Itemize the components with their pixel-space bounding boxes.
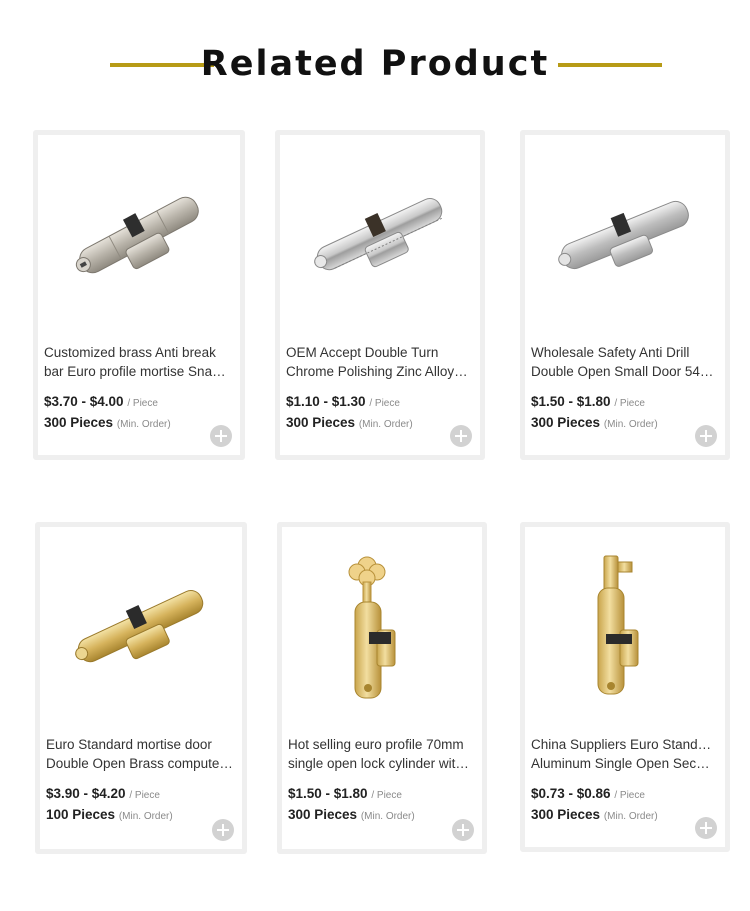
product-card[interactable]: Customized brass Anti break bar Euro pro…: [33, 130, 245, 460]
product-image[interactable]: [282, 527, 482, 727]
product-image[interactable]: [38, 135, 240, 335]
moq-unit: (Min. Order): [116, 419, 171, 430]
price-value: $1.50 - $1.80: [288, 786, 368, 801]
lock-cylinder-image: [558, 200, 689, 270]
product-title[interactable]: Customized brass Anti break bar Euro pro…: [44, 343, 232, 381]
header-rule-right: [558, 63, 662, 67]
add-plus-icon[interactable]: [212, 819, 234, 841]
min-order: 300 Pieces (Min. Order): [531, 415, 658, 430]
product-card[interactable]: OEM Accept Double Turn Chrome Polishing …: [275, 130, 485, 460]
price-unit: / Piece: [614, 790, 645, 801]
price-range: $3.70 - $4.00 / Piece: [44, 394, 158, 409]
lock-cylinder-image: [75, 590, 204, 663]
product-title-line[interactable]: single open lock cylinder with…: [288, 754, 474, 773]
product-card[interactable]: Hot selling euro profile 70mm single ope…: [277, 522, 487, 854]
price-value: $1.10 - $1.30: [286, 394, 366, 409]
min-order: 300 Pieces (Min. Order): [286, 415, 413, 430]
section-header: Related Product: [0, 40, 750, 90]
moq-unit: (Min. Order): [603, 811, 658, 822]
product-title[interactable]: OEM Accept Double Turn Chrome Polishing …: [286, 343, 472, 381]
product-title-line[interactable]: Hot selling euro profile 70mm: [288, 735, 474, 754]
moq-value: 300 Pieces: [288, 807, 358, 822]
product-image[interactable]: [525, 527, 725, 727]
product-title-line[interactable]: Double Open Small Door 54m…: [531, 362, 717, 381]
price-unit: / Piece: [371, 790, 402, 801]
product-image[interactable]: [40, 527, 242, 727]
price-range: $1.50 - $1.80 / Piece: [288, 786, 402, 801]
add-plus-icon[interactable]: [452, 819, 474, 841]
add-plus-icon[interactable]: [450, 425, 472, 447]
price-range: $0.73 - $0.86 / Piece: [531, 786, 645, 801]
product-card[interactable]: Wholesale Safety Anti Drill Double Open …: [520, 130, 730, 460]
product-title-line[interactable]: China Suppliers Euro Standard: [531, 735, 717, 754]
product-title[interactable]: China Suppliers Euro Standard Aluminum S…: [531, 735, 717, 773]
product-title-line[interactable]: Euro Standard mortise door: [46, 735, 234, 754]
lock-cylinder-with-knob-image: [348, 556, 396, 699]
min-order: 100 Pieces (Min. Order): [46, 807, 173, 822]
product-image[interactable]: [525, 135, 725, 335]
lock-cylinder-with-thumbturn-image: [597, 555, 639, 695]
price-value: $3.70 - $4.00: [44, 394, 124, 409]
moq-unit: (Min. Order): [358, 419, 413, 430]
moq-unit: (Min. Order): [118, 811, 173, 822]
moq-value: 300 Pieces: [531, 807, 601, 822]
price-unit: / Piece: [614, 398, 645, 409]
product-image[interactable]: [280, 135, 480, 335]
moq-value: 300 Pieces: [531, 415, 601, 430]
product-card[interactable]: Euro Standard mortise door Double Open B…: [35, 522, 247, 854]
add-plus-icon[interactable]: [210, 425, 232, 447]
lock-cylinder-image: [314, 198, 444, 271]
price-value: $0.73 - $0.86: [531, 786, 611, 801]
price-unit: / Piece: [129, 790, 160, 801]
min-order: 300 Pieces (Min. Order): [531, 807, 658, 822]
price-range: $1.10 - $1.30 / Piece: [286, 394, 400, 409]
product-title-line[interactable]: Wholesale Safety Anti Drill: [531, 343, 717, 362]
moq-value: 100 Pieces: [46, 807, 116, 822]
price-value: $1.50 - $1.80: [531, 394, 611, 409]
price-range: $1.50 - $1.80 / Piece: [531, 394, 645, 409]
product-title[interactable]: Hot selling euro profile 70mm single ope…: [288, 735, 474, 773]
product-title-line[interactable]: Customized brass Anti break: [44, 343, 232, 362]
moq-unit: (Min. Order): [360, 811, 415, 822]
product-title-line[interactable]: Double Open Brass computer…: [46, 754, 234, 773]
price-unit: / Piece: [127, 398, 158, 409]
product-title[interactable]: Wholesale Safety Anti Drill Double Open …: [531, 343, 717, 381]
moq-value: 300 Pieces: [44, 415, 114, 430]
moq-unit: (Min. Order): [603, 419, 658, 430]
price-range: $3.90 - $4.20 / Piece: [46, 786, 160, 801]
price-unit: / Piece: [369, 398, 400, 409]
lock-cylinder-image: [75, 196, 199, 274]
min-order: 300 Pieces (Min. Order): [288, 807, 415, 822]
product-title-line[interactable]: Aluminum Single Open Securi…: [531, 754, 717, 773]
product-title-line[interactable]: Chrome Polishing Zinc Alloy…: [286, 362, 472, 381]
add-plus-icon[interactable]: [695, 425, 717, 447]
product-title[interactable]: Euro Standard mortise door Double Open B…: [46, 735, 234, 773]
product-card[interactable]: China Suppliers Euro Standard Aluminum S…: [520, 522, 730, 852]
min-order: 300 Pieces (Min. Order): [44, 415, 171, 430]
add-plus-icon[interactable]: [695, 817, 717, 839]
product-title-line[interactable]: bar Euro profile mortise Snap…: [44, 362, 232, 381]
price-value: $3.90 - $4.20: [46, 786, 126, 801]
moq-value: 300 Pieces: [286, 415, 356, 430]
product-title-line[interactable]: OEM Accept Double Turn: [286, 343, 472, 362]
